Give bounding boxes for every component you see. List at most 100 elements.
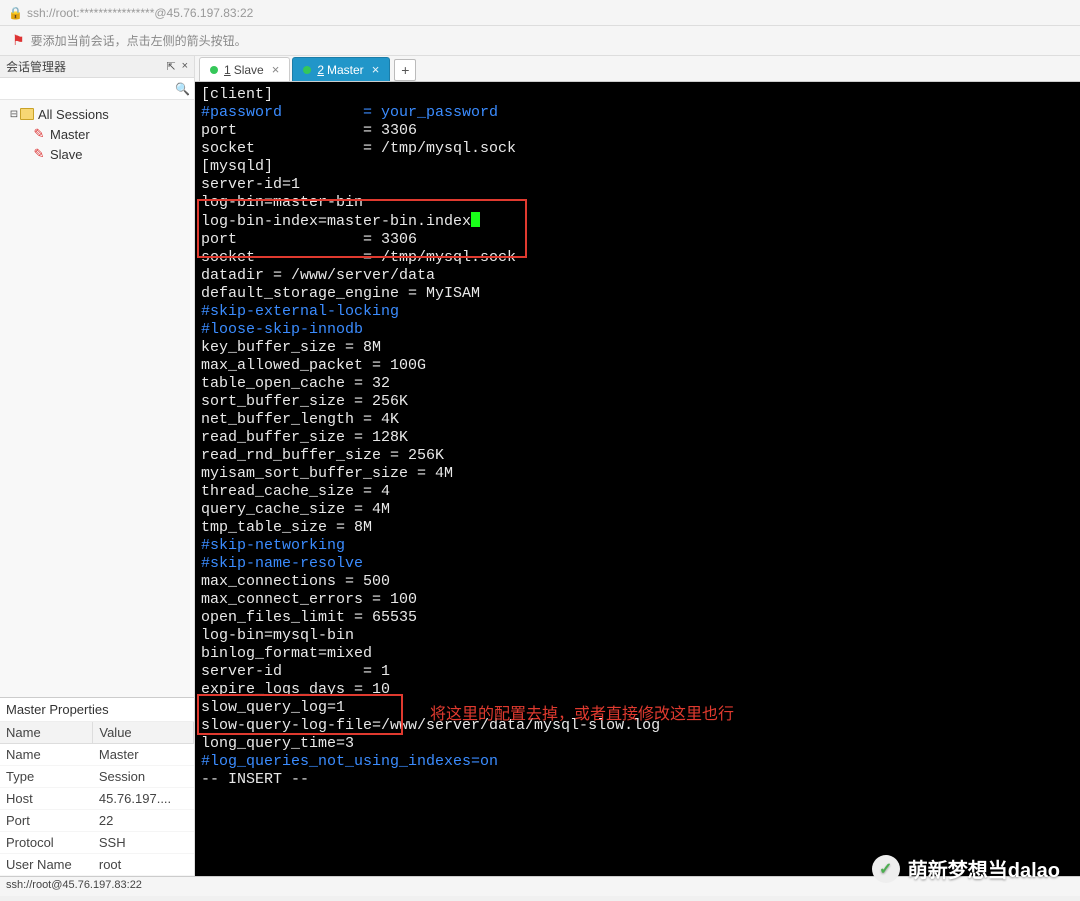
- terminal[interactable]: [client]#password = your_passwordport = …: [195, 82, 1080, 876]
- terminal-line: long_query_time=3: [201, 735, 1074, 753]
- terminal-line: #password = your_password: [201, 104, 1074, 122]
- tree-root-label: All Sessions: [38, 107, 109, 122]
- annotation-text: 将这里的配置去掉，或者直接修改这里也行: [430, 700, 734, 724]
- terminal-line: max_connections = 500: [201, 573, 1074, 591]
- terminal-line: port = 3306: [201, 231, 1074, 249]
- terminal-line: read_rnd_buffer_size = 256K: [201, 447, 1074, 465]
- terminal-line: myisam_sort_buffer_size = 4M: [201, 465, 1074, 483]
- prop-key: Protocol: [0, 832, 93, 854]
- terminal-line: thread_cache_size = 4: [201, 483, 1074, 501]
- tab-bar: 1Slave × 2Master × +: [195, 56, 1080, 82]
- terminal-line: #log_queries_not_using_indexes=on: [201, 753, 1074, 771]
- terminal-line: default_storage_engine = MyISAM: [201, 285, 1074, 303]
- flag-icon: ⚑: [12, 32, 25, 49]
- col-name[interactable]: Name: [0, 722, 93, 744]
- folder-icon: [20, 108, 34, 120]
- session-icon: ✎: [32, 146, 46, 162]
- properties-grid: Name Value NameMasterTypeSessionHost45.7…: [0, 722, 194, 876]
- property-row[interactable]: NameMaster: [0, 744, 194, 766]
- terminal-line: #skip-networking: [201, 537, 1074, 555]
- tab-label: Master: [327, 63, 364, 77]
- property-row[interactable]: Port22: [0, 810, 194, 832]
- address-text: ssh://root:****************@45.76.197.83…: [27, 6, 253, 20]
- terminal-line: max_allowed_packet = 100G: [201, 357, 1074, 375]
- new-tab-button[interactable]: +: [394, 59, 416, 81]
- prop-value: 45.76.197....: [93, 788, 194, 810]
- prop-key: Port: [0, 810, 93, 832]
- tab-slave[interactable]: 1Slave ×: [199, 57, 290, 81]
- terminal-line: datadir = /www/server/data: [201, 267, 1074, 285]
- terminal-line: net_buffer_length = 4K: [201, 411, 1074, 429]
- status-dot-icon: [210, 66, 218, 74]
- terminal-line: [mysqld]: [201, 158, 1074, 176]
- search-input[interactable]: [4, 82, 175, 96]
- prop-key: User Name: [0, 854, 93, 876]
- terminal-line: port = 3306: [201, 122, 1074, 140]
- terminal-line: log-bin=master-bin: [201, 194, 1074, 212]
- watermark-text: 萌新梦想当dalao: [908, 854, 1060, 883]
- tree-item-slave[interactable]: ✎ Slave: [6, 144, 194, 164]
- terminal-line: key_buffer_size = 8M: [201, 339, 1074, 357]
- property-row[interactable]: ProtocolSSH: [0, 832, 194, 854]
- terminal-line: max_connect_errors = 100: [201, 591, 1074, 609]
- terminal-line: table_open_cache = 32: [201, 375, 1074, 393]
- prop-key: Name: [0, 744, 93, 766]
- terminal-line: log-bin-index=master-bin.index: [201, 212, 1074, 231]
- status-text: ssh://root@45.76.197.83:22: [6, 879, 142, 891]
- search-icon[interactable]: 🔍: [175, 82, 190, 96]
- terminal-line: expire_logs_days = 10: [201, 681, 1074, 699]
- terminal-line: socket = /tmp/mysql.sock: [201, 249, 1074, 267]
- prop-value: Master: [93, 744, 194, 766]
- session-tree: ⊟ All Sessions ✎ Master ✎ Slave: [0, 100, 194, 174]
- cursor-icon: [471, 212, 480, 227]
- sidebar: 会话管理器 ⇱ × 🔍 ⊟ All Sessions ✎ Master ✎ Sl…: [0, 56, 195, 876]
- tab-number: 1: [224, 63, 231, 77]
- main-area: 会话管理器 ⇱ × 🔍 ⊟ All Sessions ✎ Master ✎ Sl…: [0, 56, 1080, 876]
- properties-panel: Master Properties Name Value NameMasterT…: [0, 697, 194, 876]
- tree-item-master[interactable]: ✎ Master: [6, 124, 194, 144]
- terminal-line: #loose-skip-innodb: [201, 321, 1074, 339]
- terminal-line: #skip-name-resolve: [201, 555, 1074, 573]
- tree-item-label: Master: [50, 127, 90, 142]
- property-row[interactable]: TypeSession: [0, 766, 194, 788]
- tab-label: Slave: [234, 63, 264, 77]
- terminal-line: #skip-external-locking: [201, 303, 1074, 321]
- content: 1Slave × 2Master × + [client]#password = yo…: [195, 56, 1080, 876]
- terminal-line: server-id=1: [201, 176, 1074, 194]
- terminal-line: [client]: [201, 86, 1074, 104]
- status-dot-icon: [303, 66, 311, 74]
- prop-key: Host: [0, 788, 93, 810]
- tree-item-label: Slave: [50, 147, 83, 162]
- terminal-line: query_cache_size = 4M: [201, 501, 1074, 519]
- terminal-line: log-bin=mysql-bin: [201, 627, 1074, 645]
- close-panel-icon[interactable]: ×: [182, 60, 188, 73]
- tab-master[interactable]: 2Master ×: [292, 57, 390, 81]
- property-row[interactable]: User Nameroot: [0, 854, 194, 876]
- wechat-icon: ✓: [872, 855, 900, 883]
- terminal-line: sort_buffer_size = 256K: [201, 393, 1074, 411]
- info-bar: ⚑ 要添加当前会话，点击左侧的箭头按钮。: [0, 26, 1080, 56]
- lock-icon: 🔒: [8, 6, 23, 20]
- col-value[interactable]: Value: [93, 722, 194, 744]
- terminal-line: binlog_format=mixed: [201, 645, 1074, 663]
- session-manager-header: 会话管理器 ⇱ ×: [0, 56, 194, 78]
- session-search[interactable]: 🔍: [0, 78, 194, 100]
- pin-icon[interactable]: ⇱: [166, 60, 175, 73]
- watermark: ✓ 萌新梦想当dalao: [872, 854, 1060, 883]
- session-icon: ✎: [32, 126, 46, 142]
- tree-root[interactable]: ⊟ All Sessions: [6, 104, 194, 124]
- property-row[interactable]: Host45.76.197....: [0, 788, 194, 810]
- prop-value: SSH: [93, 832, 194, 854]
- close-tab-icon[interactable]: ×: [372, 62, 380, 77]
- expand-icon[interactable]: ⊟: [8, 109, 20, 120]
- terminal-line: -- INSERT --: [201, 771, 1074, 789]
- terminal-line: read_buffer_size = 128K: [201, 429, 1074, 447]
- tab-number: 2: [317, 63, 324, 77]
- info-text: 要添加当前会话，点击左侧的箭头按钮。: [31, 32, 247, 49]
- prop-value: root: [93, 854, 194, 876]
- prop-value: 22: [93, 810, 194, 832]
- prop-value: Session: [93, 766, 194, 788]
- address-bar: 🔒 ssh://root:****************@45.76.197.…: [0, 0, 1080, 26]
- terminal-line: open_files_limit = 65535: [201, 609, 1074, 627]
- close-tab-icon[interactable]: ×: [272, 62, 280, 77]
